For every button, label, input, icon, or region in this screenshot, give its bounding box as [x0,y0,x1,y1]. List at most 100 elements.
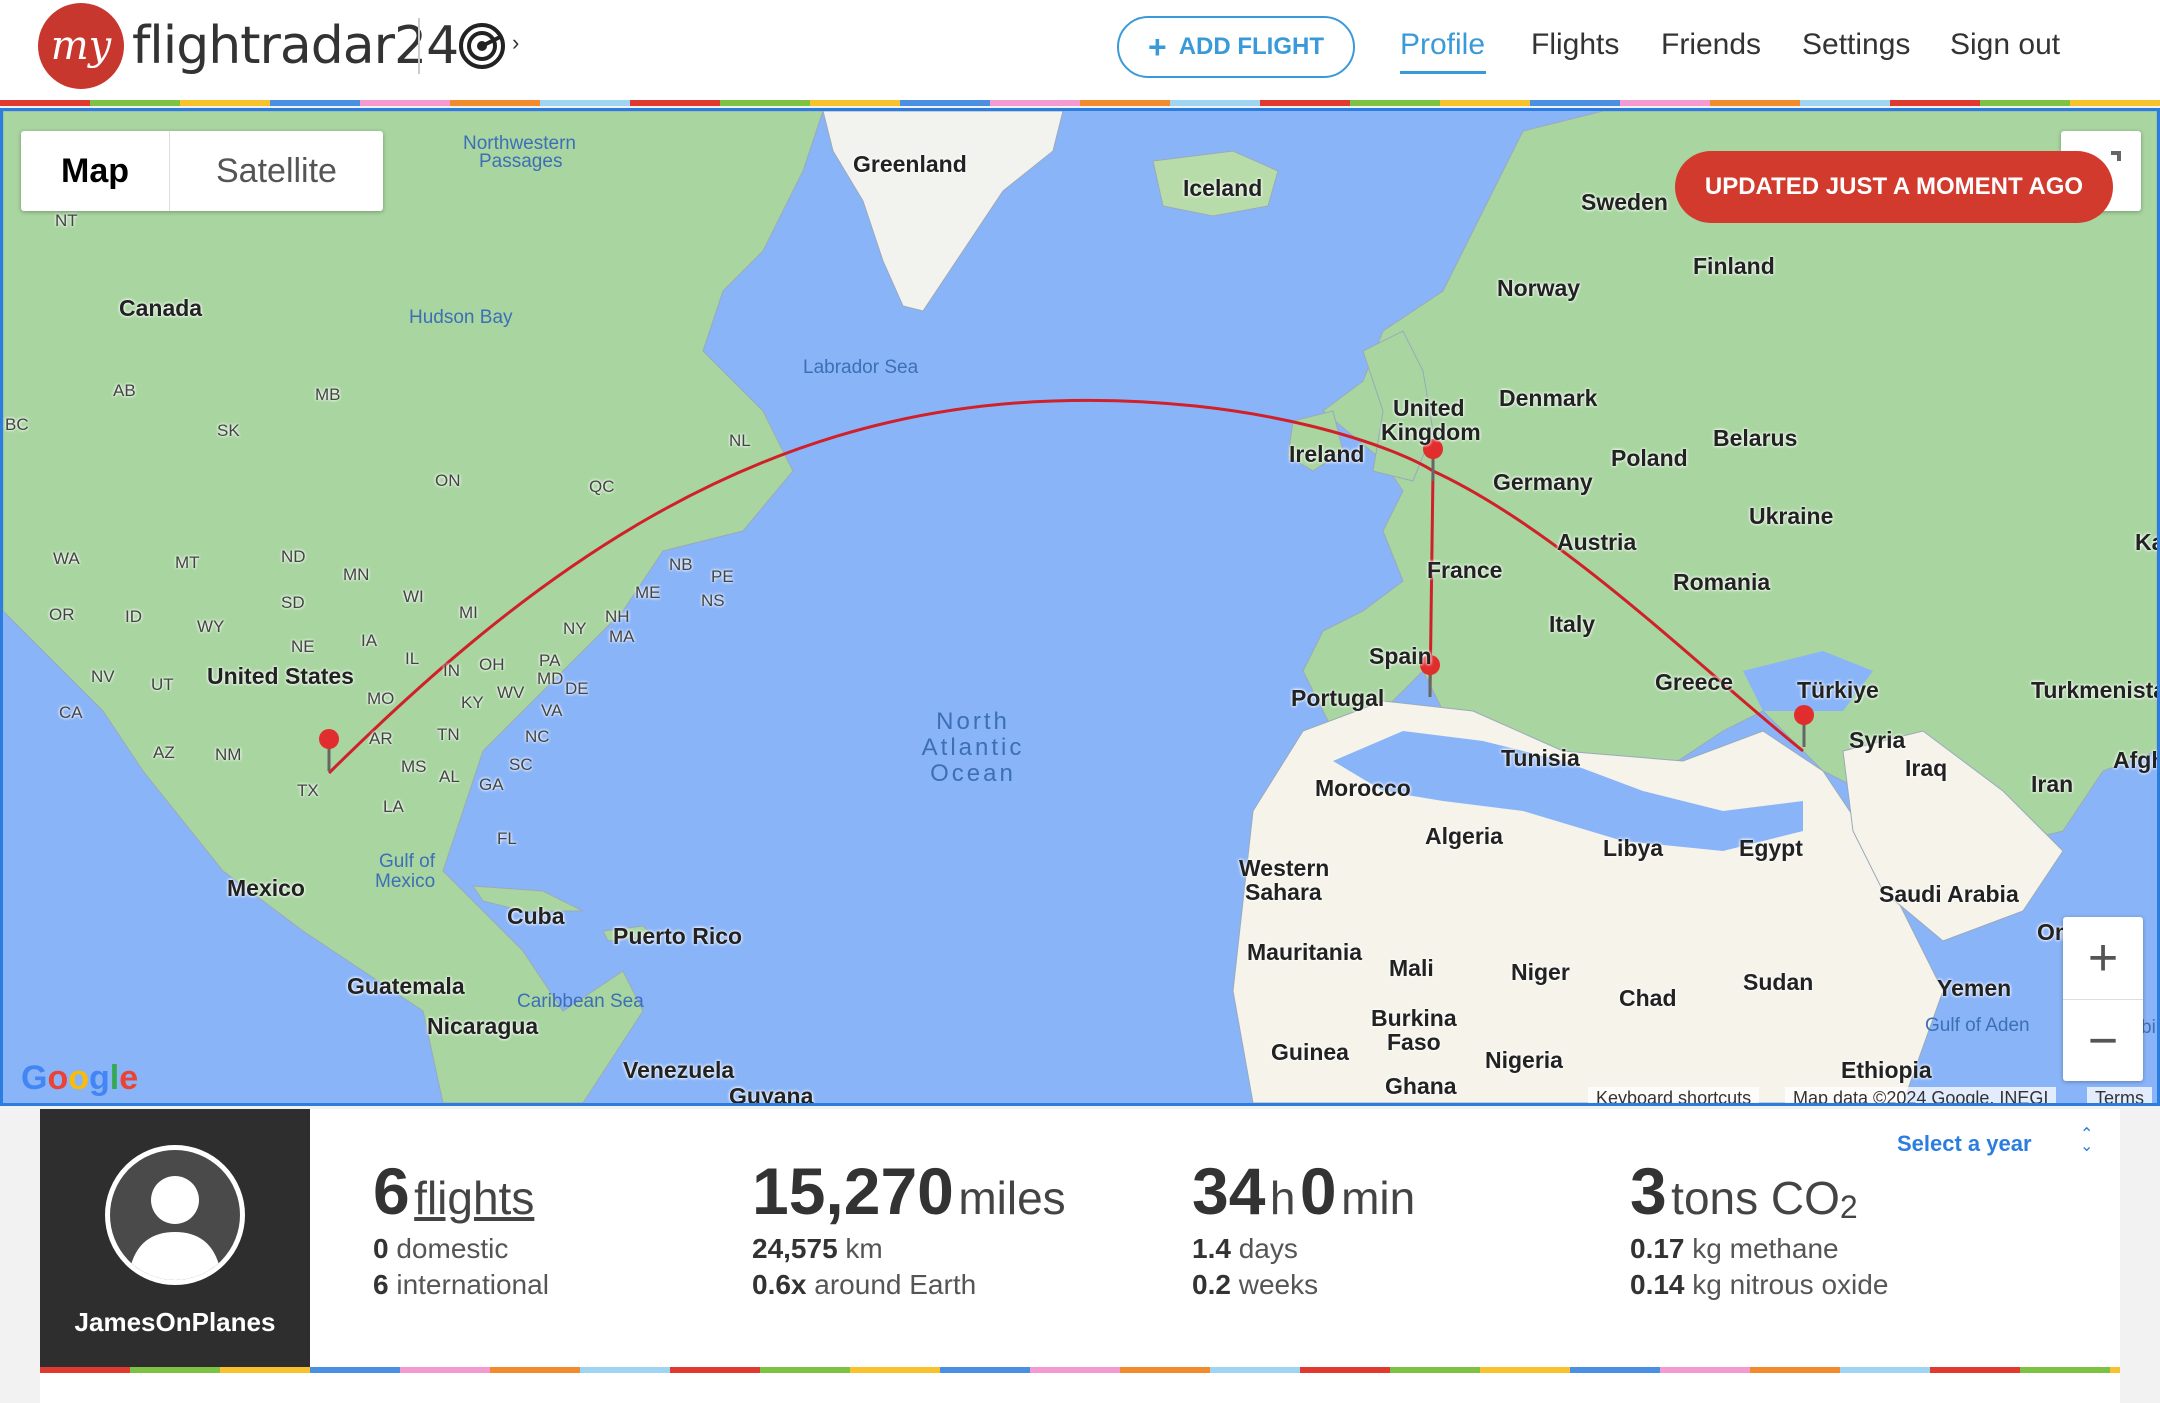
co2-unit: tons CO [1671,1172,1840,1224]
up-down-chevron-icon[interactable]: ⌃ ⌄ [2080,1127,2093,1155]
state-label: NH [605,607,630,626]
map-label: Norway [1497,275,1581,301]
map-label: Hudson Bay [409,307,513,328]
map-label: Italy [1549,611,1596,637]
map-label: Mexico [227,875,305,901]
map-label: Caribbean Sea [517,991,644,1012]
terms-link[interactable]: Terms [2087,1087,2152,1103]
map-label: Greece [1655,669,1734,695]
hours-unit: h [1269,1172,1296,1224]
nav-flights[interactable]: Flights [1531,28,1619,62]
map-label: Portugal [1291,685,1385,711]
weeks-count: 0.2 [1192,1269,1231,1300]
map-label: Austria [1557,529,1637,555]
state-label: ID [125,607,142,626]
map-label: Iceland [1183,175,1263,201]
domestic-count: 0 [373,1233,389,1264]
state-label: AZ [153,743,175,762]
domestic-label: domestic [396,1233,509,1264]
profile-card: JamesOnPlanes [40,1109,310,1371]
map-label: Sahara [1245,879,1322,905]
state-label: LA [383,797,404,816]
map-label: Guyana [729,1083,814,1106]
map-type-control: Map Satellite [21,131,383,211]
nav-profile[interactable]: Profile [1400,28,1485,62]
state-label: NE [291,637,315,656]
co2-stat: 3 tons CO2 0.17 kg methane 0.14 kg nitro… [1630,1153,1888,1301]
map-type-satellite-button[interactable]: Satellite [170,131,383,211]
nav-settings[interactable]: Settings [1802,28,1910,62]
zoom-out-button[interactable]: − [2063,1000,2143,1082]
state-label: SC [509,755,533,774]
state-label: ND [281,547,306,566]
state-label: ON [435,471,461,490]
map-label: Canada [119,295,203,321]
hours: 34 [1192,1154,1266,1228]
map-label: Labrador Sea [803,357,919,378]
state-label: OH [479,655,505,674]
add-flight-button[interactable]: + ADD FLIGHT [1117,16,1355,78]
map-label: Mexico [375,871,436,892]
minutes-unit: min [1341,1172,1416,1224]
around-earth-label: around Earth [814,1269,977,1300]
keyboard-shortcuts-link[interactable]: Keyboard shortcuts [1588,1087,1760,1103]
map-label: Morocco [1315,775,1411,801]
flight-map[interactable]: Greenland Iceland Canada United States M… [0,108,2160,1106]
map-type-map-button[interactable]: Map [21,131,170,211]
map-label: Gulf of [379,851,435,872]
map-label: Saudi Arabia [1879,881,2019,907]
state-label: MD [537,669,564,688]
map-label: Kingdom [1381,419,1481,445]
map-label: Ukraine [1749,503,1834,529]
distance-unit: miles [958,1172,1066,1224]
state-label: WI [403,587,424,606]
header-color-strip [0,100,2160,106]
nav-friends[interactable]: Friends [1661,28,1761,62]
myflightradar24-logo[interactable]: my flightradar24 [38,3,459,89]
international-count: 6 [373,1269,389,1300]
minutes: 0 [1299,1154,1337,1228]
map-label: Burkina [1371,1005,1457,1031]
map-label: Niger [1511,959,1570,985]
map-label: United States [207,663,354,689]
map-label: Afgh [2113,747,2157,773]
weeks-label: weeks [1238,1269,1319,1300]
nitrous-oxide-count: 0.14 [1630,1269,1685,1300]
state-label: MT [175,553,200,572]
state-label: PE [711,567,734,586]
radar-icon[interactable] [458,22,506,70]
international-label: international [396,1269,549,1300]
state-label: MO [367,689,395,708]
select-year-dropdown[interactable]: Select a year [1897,1131,2032,1157]
nitrous-oxide-label: kg nitrous oxide [1692,1269,1889,1300]
map-label: Libya [1603,835,1664,861]
plus-icon: + [1148,28,1167,65]
google-logo[interactable]: Google [21,1059,138,1098]
flights-link[interactable]: flights [414,1172,534,1224]
profile-stats-panel: JamesOnPlanes 6 flights 0 domestic 6 int… [40,1109,2120,1371]
map-label: Puerto Rico [613,923,743,949]
state-label: TN [437,725,460,744]
ocean-label: North Atlantic Ocean [903,709,1043,787]
map-label: Turkmenista [2031,677,2160,703]
nav-sign-out[interactable]: Sign out [1950,28,2060,62]
state-label: FL [497,829,517,848]
state-label: AL [439,767,460,786]
updated-status-badge: UPDATED JUST A MOMENT AGO [1675,151,2113,223]
avatar[interactable] [105,1145,245,1285]
map-label: Türkiye [1797,677,1879,703]
map-label: Nicaragua [427,1013,539,1039]
state-label: SD [281,593,305,612]
flights-count: 6 [373,1154,410,1228]
state-label: GA [479,775,504,794]
chevron-right-icon[interactable]: › [512,30,519,56]
map-canvas[interactable] [3,111,2157,1103]
zoom-in-button[interactable]: + [2063,917,2143,999]
days-count: 1.4 [1192,1233,1231,1264]
username[interactable]: JamesOnPlanes [40,1307,310,1338]
map-label: Cuba [507,903,565,929]
state-label: MB [315,385,341,404]
state-label: UT [151,675,174,694]
flights-stat: 6 flights 0 domestic 6 international [373,1153,549,1301]
top-bar: my flightradar24 › + ADD FLIGHT Profile … [0,0,2160,104]
